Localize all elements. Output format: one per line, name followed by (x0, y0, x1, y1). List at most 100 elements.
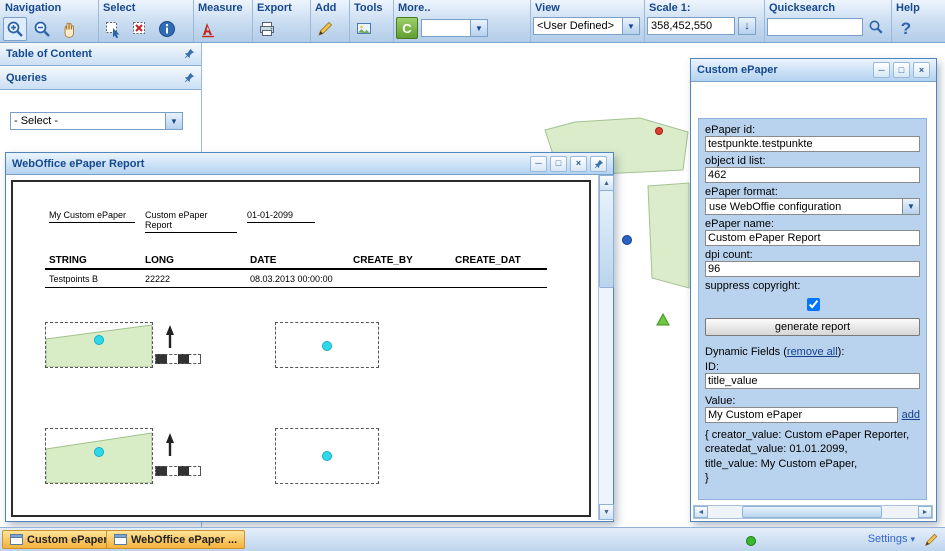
maximize-button[interactable]: □ (550, 156, 567, 172)
report-cell-long: 22222 (145, 274, 170, 284)
scroll-left-button[interactable]: ◄ (694, 506, 708, 518)
pin-button[interactable] (590, 156, 607, 172)
dynamic-fields-suffix: ): (838, 346, 845, 358)
remove-all-link[interactable]: remove all (787, 346, 838, 358)
map-point-red (656, 128, 663, 135)
more-picker-value (421, 19, 470, 37)
toolbar-group-label-select: Select (98, 0, 193, 14)
task-button-label: Custom ePaper (27, 534, 108, 546)
map-thumbnail-4 (275, 428, 379, 484)
close-button[interactable]: × (913, 62, 930, 78)
epaper-name-input[interactable] (705, 230, 920, 246)
pan-button[interactable] (57, 17, 81, 41)
query-select-arrow-icon[interactable]: ▼ (165, 112, 183, 130)
map-thumbnail-3-graphic (46, 429, 152, 483)
task-button-custom-epaper[interactable]: Custom ePaper (2, 530, 116, 549)
zoom-out-icon (33, 20, 51, 38)
toc-title: Table of Content (6, 48, 92, 60)
toolbar-group-view: View <User Defined> ▼ (530, 0, 645, 42)
zoom-in-button[interactable] (3, 17, 27, 41)
json-line-3: title_value: My Custom ePaper, (705, 457, 920, 471)
epaper-id-input[interactable] (705, 136, 920, 152)
maximize-button[interactable]: □ (893, 62, 910, 78)
help-button[interactable]: ? (894, 17, 918, 41)
report-column-create-dat: CREATE_DAT (455, 255, 521, 266)
custom-tool-c-button[interactable]: C (396, 17, 418, 39)
sidebar-header-toc[interactable]: Table of Content (0, 42, 201, 66)
settings-menu[interactable]: Settings ▾ (868, 533, 915, 545)
add-feature-button[interactable] (313, 17, 337, 41)
measure-button[interactable] (196, 17, 220, 41)
view-select-arrow-icon[interactable]: ▼ (622, 17, 640, 35)
quicksearch-input[interactable] (767, 18, 863, 36)
north-arrow-icon (163, 324, 177, 350)
dpi-count-label: dpi count: (705, 249, 920, 261)
query-select[interactable]: - Select - ▼ (10, 112, 183, 130)
view-select[interactable]: <User Defined> ▼ (533, 17, 640, 35)
point-marker (322, 341, 332, 351)
toolbar-group-label-view: View (530, 0, 644, 14)
toolbar-group-navigation: Navigation (0, 0, 99, 42)
add-link[interactable]: add (902, 409, 920, 421)
pin-icon[interactable] (184, 48, 195, 59)
point-marker (322, 451, 332, 461)
print-button[interactable] (255, 17, 279, 41)
task-button-report[interactable]: WebOffice ePaper ... (106, 530, 245, 549)
toolbar-group-quicksearch: Quicksearch (764, 0, 892, 42)
more-picker[interactable]: ▼ (421, 19, 488, 37)
scroll-thumb[interactable] (742, 506, 882, 518)
object-id-input[interactable] (705, 167, 920, 183)
scroll-thumb[interactable] (599, 190, 614, 288)
minimize-button[interactable]: ─ (530, 156, 547, 172)
suppress-copyright-checkbox[interactable] (807, 298, 820, 311)
minimize-button[interactable]: ─ (873, 62, 890, 78)
toolbar-group-tools: Tools (349, 0, 394, 42)
select-features-button[interactable] (101, 17, 125, 41)
window-icon (114, 534, 127, 545)
toolbar-group-label-help: Help (891, 0, 945, 14)
dynamic-field-id-input[interactable] (705, 373, 920, 389)
toolbar-group-more: More.. C ▼ (393, 0, 531, 42)
scale-input[interactable] (647, 17, 735, 35)
more-picker-arrow-icon[interactable]: ▼ (470, 19, 488, 37)
scroll-up-button[interactable]: ▲ (599, 175, 614, 191)
epaper-format-select[interactable]: use WebOffie configuration ▼ (705, 198, 920, 215)
measure-icon (199, 20, 217, 38)
panel-horizontal-scrollbar[interactable]: ◄ ► (693, 505, 933, 519)
epaper-format-value: use WebOffie configuration (705, 198, 902, 215)
report-cell-string: Testpoints B (49, 274, 98, 284)
report-vertical-scrollbar[interactable]: ▲ ▼ (598, 175, 613, 520)
scroll-right-button[interactable]: ► (918, 506, 932, 518)
edit-pencil-icon[interactable] (923, 532, 939, 548)
report-header-field-1: My Custom ePaper (49, 210, 135, 223)
custom-epaper-titlebar[interactable]: Custom ePaper ─ □ × (691, 59, 936, 82)
pen-icon (316, 20, 334, 38)
dynamic-fields-prefix: Dynamic Fields ( (705, 346, 787, 358)
map-polygon-east (648, 183, 689, 288)
clear-selection-button[interactable] (128, 17, 152, 41)
json-line-2: createdat_value: 01.01.2099, (705, 442, 920, 456)
dynamic-field-value-input[interactable] (705, 407, 898, 423)
image-tool-button[interactable] (352, 17, 376, 41)
report-cell-date: 08.03.2013 00:00:00 (250, 274, 333, 284)
close-button[interactable]: × (570, 156, 587, 172)
toolbar-group-label-tools: Tools (349, 0, 393, 14)
chevron-down-icon: ▾ (910, 534, 915, 545)
scale-apply-button[interactable]: ↓ (738, 17, 756, 35)
sidebar-header-queries[interactable]: Queries (0, 66, 201, 90)
report-window-titlebar[interactable]: WebOffice ePaper Report ─ □ × (6, 153, 613, 175)
scroll-down-button[interactable]: ▼ (599, 504, 614, 520)
epaper-format-arrow-icon[interactable]: ▼ (902, 198, 920, 215)
generate-report-button[interactable]: generate report (705, 318, 920, 336)
pin-icon[interactable] (184, 72, 195, 83)
status-indicator (746, 536, 756, 546)
toolbar-group-label-scale: Scale 1: (644, 0, 764, 14)
view-select-value: <User Defined> (533, 17, 622, 35)
dpi-count-input[interactable] (705, 261, 920, 277)
custom-epaper-title: Custom ePaper (697, 64, 778, 76)
toolbar-group-select: Select (98, 0, 194, 42)
quicksearch-button[interactable] (866, 17, 886, 37)
zoom-out-button[interactable] (30, 17, 54, 41)
toolbar-group-scale: Scale 1: ↓ (644, 0, 765, 42)
identify-button[interactable] (155, 17, 179, 41)
